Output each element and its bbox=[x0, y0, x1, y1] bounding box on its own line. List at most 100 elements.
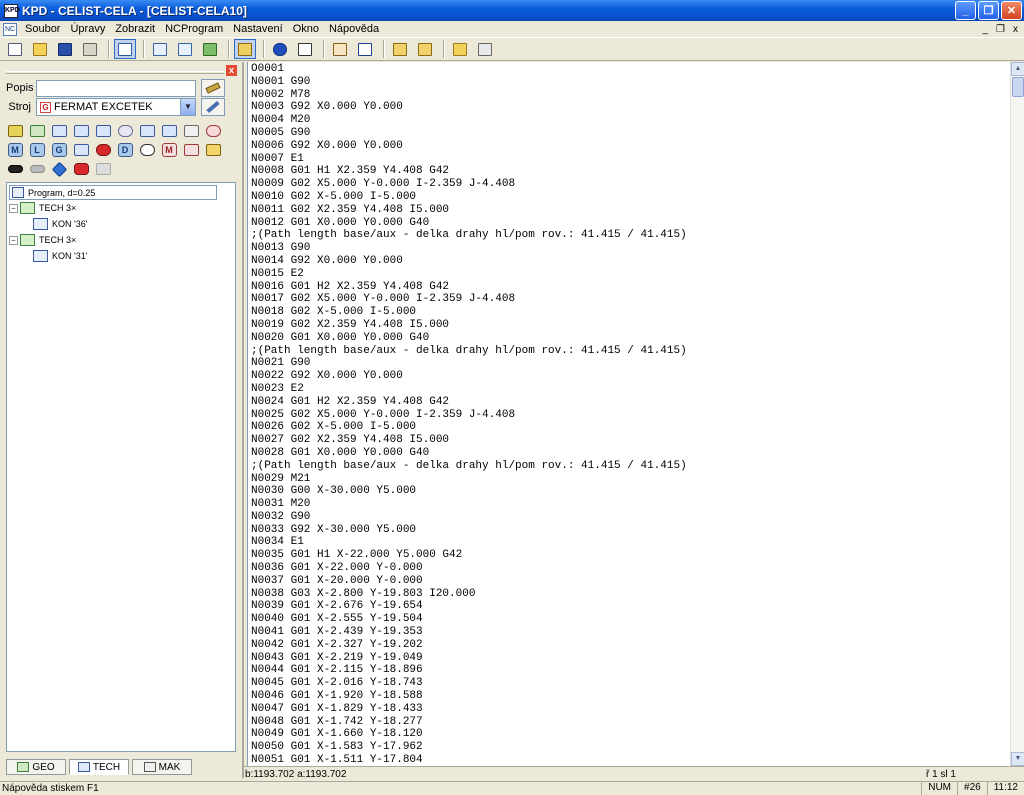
new-file-icon[interactable] bbox=[4, 39, 26, 59]
code-line[interactable]: N0010 G02 X-5.000 I-5.000 bbox=[251, 191, 687, 204]
code-line[interactable]: N0017 G02 X5.000 Y-0.000 I-2.359 J-4.408 bbox=[251, 293, 687, 306]
tab-geo[interactable]: GEO bbox=[6, 759, 66, 775]
code-line[interactable]: N0018 G02 X-5.000 I-5.000 bbox=[251, 306, 687, 319]
code-line[interactable]: N0051 G01 X-1.511 Y-17.804 bbox=[251, 754, 687, 766]
tree-item-kon-36[interactable]: KON '36' bbox=[33, 218, 87, 230]
code-line[interactable]: N0021 G90 bbox=[251, 357, 687, 370]
d-code-icon[interactable]: D bbox=[116, 142, 134, 158]
tree-item-tech-1[interactable]: − TECH 3× bbox=[9, 202, 76, 214]
folder-icon[interactable] bbox=[449, 39, 471, 59]
code-line[interactable]: N0044 G01 X-2.115 Y-18.896 bbox=[251, 664, 687, 677]
menu-napoveda[interactable]: Nápověda bbox=[324, 23, 384, 35]
split-view-icon[interactable] bbox=[474, 39, 496, 59]
m-code-icon[interactable]: M bbox=[6, 142, 24, 158]
code-line[interactable]: N0035 G01 H1 X-22.000 Y5.000 G42 bbox=[251, 549, 687, 562]
code-line[interactable]: N0004 M20 bbox=[251, 114, 687, 127]
nc-code-editor[interactable]: O0001 N0001 G90 N0002 M78 N0003 G92 X0.000 … bbox=[247, 62, 1010, 766]
nc-code-text[interactable]: O0001 N0001 G90 N0002 M78 N0003 G92 X0.000 … bbox=[251, 63, 687, 766]
code-line[interactable]: N0015 E2 bbox=[251, 268, 687, 281]
brush-icon[interactable] bbox=[204, 142, 222, 158]
code-line[interactable]: N0050 G01 X-1.583 Y-17.962 bbox=[251, 741, 687, 754]
minimize-button[interactable]: _ bbox=[955, 1, 976, 20]
code-line[interactable]: ;(Path length base/aux - delka drahy hl/… bbox=[251, 345, 687, 358]
transfer-icon[interactable] bbox=[138, 123, 156, 139]
tab-mak[interactable]: MAK bbox=[132, 759, 192, 775]
app-icon[interactable]: KPD bbox=[4, 3, 20, 18]
code-line[interactable]: N0003 G92 X0.000 Y0.000 bbox=[251, 101, 687, 114]
flag-icon[interactable] bbox=[6, 123, 24, 139]
chain-icon[interactable] bbox=[204, 123, 222, 139]
edit-description-button[interactable] bbox=[201, 79, 225, 97]
mdi-minimize-button[interactable]: _ bbox=[982, 24, 988, 35]
code-line[interactable]: N0047 G01 X-1.829 Y-18.433 bbox=[251, 703, 687, 716]
save-icon[interactable] bbox=[54, 39, 76, 59]
stroj-select[interactable]: G FERMAT EXCETEK ▼ bbox=[36, 98, 196, 116]
tab-tech[interactable]: TECH bbox=[69, 759, 129, 775]
code-line[interactable]: O0001 bbox=[251, 63, 687, 76]
context-help-icon[interactable] bbox=[294, 39, 316, 59]
code-line[interactable]: N0037 G01 X-20.000 Y-0.000 bbox=[251, 575, 687, 588]
code-line[interactable]: N0038 G03 X-2.800 Y-19.803 I20.000 bbox=[251, 588, 687, 601]
code-line[interactable]: N0008 G01 H1 X2.359 Y4.408 G42 bbox=[251, 165, 687, 178]
l-code-icon[interactable]: L bbox=[28, 142, 46, 158]
code-line[interactable]: ;(Path length base/aux - delka drahy hl/… bbox=[251, 229, 687, 242]
code-line[interactable]: N0023 E2 bbox=[251, 383, 687, 396]
simulate-icon[interactable] bbox=[329, 39, 351, 59]
cut-contour-icon[interactable] bbox=[50, 123, 68, 139]
print-icon[interactable] bbox=[79, 39, 101, 59]
tools-icon[interactable] bbox=[234, 39, 256, 59]
code-line[interactable]: N0049 G01 X-1.660 Y-18.120 bbox=[251, 728, 687, 741]
code-line[interactable]: ;(Path length base/aux - delka drahy hl/… bbox=[251, 460, 687, 473]
code-line[interactable]: N0030 G00 X-30.000 Y5.000 bbox=[251, 485, 687, 498]
code-line[interactable]: N0022 G92 X0.000 Y0.000 bbox=[251, 370, 687, 383]
code-line[interactable]: N0029 M21 bbox=[251, 473, 687, 486]
hand-icon[interactable] bbox=[72, 161, 90, 177]
tree-item-tech-2[interactable]: − TECH 3× bbox=[9, 234, 76, 246]
tree-root-node[interactable]: Program, d=0.25 bbox=[9, 185, 217, 200]
mdi-close-button[interactable]: x bbox=[1013, 24, 1018, 35]
open-folder-icon[interactable] bbox=[29, 39, 51, 59]
code-line[interactable]: N0019 G02 X2.359 Y4.408 I5.000 bbox=[251, 319, 687, 332]
code-line[interactable]: N0013 G90 bbox=[251, 242, 687, 255]
panel-close-icon[interactable]: x bbox=[226, 65, 237, 76]
code-line[interactable]: N0006 G92 X0.000 Y0.000 bbox=[251, 140, 687, 153]
code-line[interactable]: N0031 M20 bbox=[251, 498, 687, 511]
menu-upravy[interactable]: Úpravy bbox=[65, 23, 110, 35]
chevron-down-icon[interactable]: ▼ bbox=[180, 99, 195, 115]
menu-zobrazit[interactable]: Zobrazit bbox=[110, 23, 160, 35]
menu-soubor[interactable]: Soubor bbox=[20, 23, 65, 35]
eye-off-icon[interactable] bbox=[28, 161, 46, 177]
program-tree[interactable]: Program, d=0.25 − TECH 3× KON '36' − TEC… bbox=[6, 182, 236, 752]
machine-settings-button[interactable] bbox=[201, 98, 225, 116]
code-line[interactable]: N0007 E1 bbox=[251, 153, 687, 166]
wire-in-icon[interactable] bbox=[389, 39, 411, 59]
scroll-up-icon[interactable]: ▲ bbox=[1011, 62, 1024, 76]
wire-out-icon[interactable] bbox=[414, 39, 436, 59]
scroll-down-icon[interactable]: ▼ bbox=[1011, 752, 1024, 766]
mdi-restore-button[interactable]: ❐ bbox=[996, 24, 1005, 35]
code-line[interactable]: N0027 G02 X2.359 Y4.408 I5.000 bbox=[251, 434, 687, 447]
editor-scrollbar[interactable]: ▲ ▼ bbox=[1010, 62, 1024, 766]
code-line[interactable]: N0048 G01 X-1.742 Y-18.277 bbox=[251, 716, 687, 729]
cut-4axis-icon[interactable] bbox=[94, 123, 112, 139]
close-button[interactable]: ✕ bbox=[1001, 1, 1022, 20]
code-line[interactable]: N0041 G01 X-2.439 Y-19.353 bbox=[251, 626, 687, 639]
code-line[interactable]: N0026 G02 X-5.000 I-5.000 bbox=[251, 421, 687, 434]
code-line[interactable]: N0001 G90 bbox=[251, 76, 687, 89]
maximize-button[interactable]: ❐ bbox=[978, 1, 999, 20]
help-icon[interactable] bbox=[269, 39, 291, 59]
popis-input[interactable] bbox=[36, 79, 196, 97]
collapse-icon[interactable]: − bbox=[9, 235, 18, 245]
code-line[interactable]: N0032 G90 bbox=[251, 511, 687, 524]
code-line[interactable]: N0034 E1 bbox=[251, 536, 687, 549]
code-line[interactable]: N0012 G01 X0.000 Y0.000 G40 bbox=[251, 217, 687, 230]
cylinder-icon[interactable] bbox=[116, 123, 134, 139]
code-line[interactable]: N0011 G02 X2.359 Y4.408 I5.000 bbox=[251, 204, 687, 217]
diamond-icon[interactable] bbox=[50, 161, 68, 177]
cut-taper-icon[interactable] bbox=[72, 123, 90, 139]
scroll-thumb[interactable] bbox=[1012, 77, 1024, 97]
macro-m-icon[interactable]: M bbox=[160, 142, 178, 158]
code-line[interactable]: N0025 G02 X5.000 Y-0.000 I-2.359 J-4.408 bbox=[251, 409, 687, 422]
code-line[interactable]: N0045 G01 X-2.016 Y-18.743 bbox=[251, 677, 687, 690]
code-line[interactable]: N0014 G92 X0.000 Y0.000 bbox=[251, 255, 687, 268]
